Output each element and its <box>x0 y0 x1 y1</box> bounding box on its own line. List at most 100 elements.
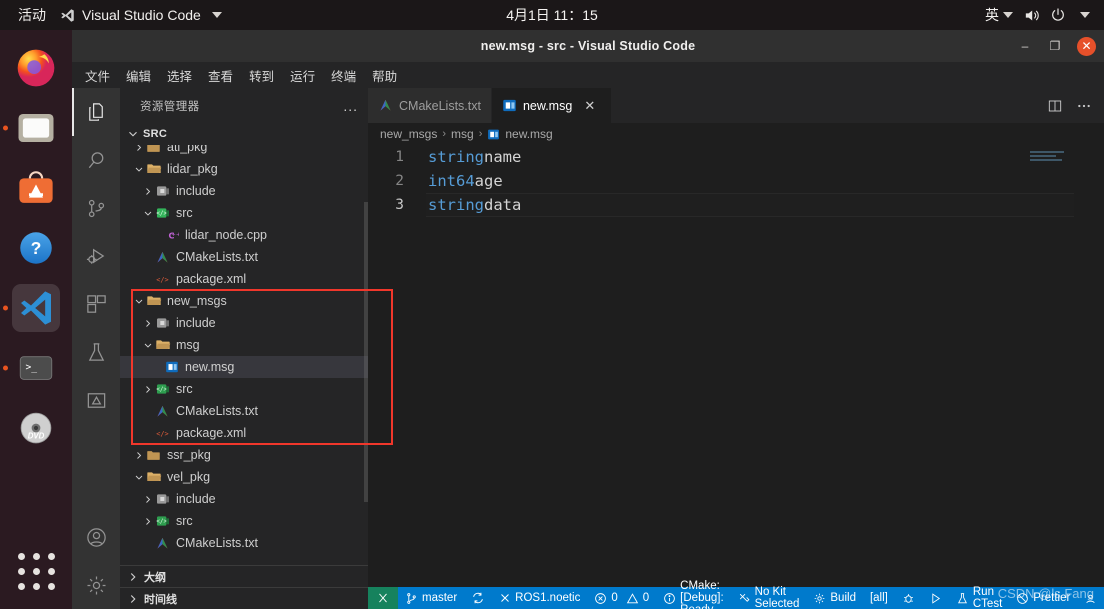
activity-item-extensions[interactable] <box>72 280 120 328</box>
dock-item-files[interactable] <box>12 104 60 152</box>
file-tree[interactable]: atl_pkg lidar_pkginclude </> src C++ lidar_no… <box>120 145 368 565</box>
tree-item-new-msgs[interactable]: new_msgs <box>120 290 368 312</box>
chevron-down-icon[interactable] <box>133 158 145 180</box>
activity-item-manage[interactable] <box>72 561 120 609</box>
close-button[interactable]: ✕ <box>1077 36 1096 56</box>
dock-item-help[interactable]: ? <box>12 224 60 272</box>
tree-item-ssr-pkg[interactable]: ssr_pkg <box>120 444 368 466</box>
dock-item-ubuntu-software[interactable] <box>12 164 60 212</box>
status-problems[interactable]: 0 0 <box>587 587 656 609</box>
tree-item-cmakelists-txt[interactable]: CMakeLists.txt <box>120 532 368 554</box>
breadcrumb-item-0[interactable]: new_msgs <box>380 127 437 141</box>
tree-item-include[interactable]: include <box>120 488 368 510</box>
tree-item-msg[interactable]: msg <box>120 334 368 356</box>
status-cmake-launch[interactable] <box>922 587 949 609</box>
activity-item-source-control[interactable] <box>72 184 120 232</box>
tab-cmakelists[interactable]: CMakeLists.txt <box>368 88 492 123</box>
tree-item-new-msg[interactable]: new.msg <box>120 356 368 378</box>
menu-item-4[interactable]: 转到 <box>242 63 281 88</box>
chevron-down-icon[interactable] <box>142 202 154 224</box>
menu-item-3[interactable]: 查看 <box>201 63 240 88</box>
dock-item-firefox[interactable] <box>12 44 60 92</box>
activity-item-testing[interactable] <box>72 328 120 376</box>
dock-item-visual-studio-code[interactable] <box>12 284 60 332</box>
dock-item-terminal[interactable]: >_ <box>12 344 60 392</box>
status-cmake-kit[interactable]: No Kit Selected <box>731 586 807 609</box>
code-editor[interactable]: 1 string name 2 int64 age 3 string data <box>368 145 1104 587</box>
chevron-down-icon[interactable] <box>133 466 145 488</box>
close-icon[interactable]: ✕ <box>584 98 595 114</box>
chevron-right-icon[interactable] <box>142 180 154 202</box>
status-feedback[interactable] <box>1077 587 1104 609</box>
status-run-ctest[interactable]: Run CTest <box>949 586 1009 609</box>
input-method-indicator[interactable]: 英 <box>985 5 1013 25</box>
maximize-button[interactable]: ❐ <box>1047 38 1063 54</box>
tree-item-lidar-node-cpp[interactable]: C++ lidar_node.cpp <box>120 224 368 246</box>
code-line[interactable]: 2 int64 age <box>368 169 1104 193</box>
dock-item-rhythmbox-dvd[interactable]: DVD <box>12 404 60 452</box>
status-cmake-target[interactable]: [all] <box>863 587 895 609</box>
outline-panel-header[interactable]: 大纲 <box>120 565 368 587</box>
status-prettier[interactable]: Prettier <box>1009 587 1077 609</box>
breadcrumb-item-2[interactable]: new.msg <box>505 127 552 141</box>
ellipsis-icon[interactable] <box>1076 98 1092 114</box>
chevron-down-icon[interactable] <box>133 290 145 312</box>
chevron-right-icon[interactable] <box>133 444 145 466</box>
tools-icon <box>738 592 751 605</box>
tree-item-src[interactable]: </> src <box>120 378 368 400</box>
tree-item-vel-pkg[interactable]: vel_pkg <box>120 466 368 488</box>
status-ros-version[interactable]: ROS1.noetic <box>492 587 587 609</box>
editor-scrollbar[interactable] <box>1090 145 1104 587</box>
status-branch[interactable]: master <box>398 587 464 609</box>
chevron-right-icon[interactable] <box>142 312 154 334</box>
power-icon[interactable] <box>1050 7 1066 23</box>
show-applications-button[interactable] <box>16 553 56 593</box>
tree-item-src[interactable]: </> src <box>120 510 368 532</box>
menu-item-0[interactable]: 文件 <box>78 63 117 88</box>
remote-indicator[interactable] <box>368 587 398 609</box>
tree-item-include[interactable]: include <box>120 312 368 334</box>
chevron-right-icon[interactable] <box>133 145 145 158</box>
tree-item-src[interactable]: </> src <box>120 202 368 224</box>
status-cmake-build[interactable]: Build <box>806 587 863 609</box>
explorer-root-section[interactable]: SRC <box>120 123 368 145</box>
tree-item-package-xml[interactable]: </> package.xml <box>120 268 368 290</box>
activity-item-cmake[interactable] <box>72 376 120 424</box>
chevron-right-icon[interactable] <box>142 510 154 532</box>
tree-item-include[interactable]: include <box>120 180 368 202</box>
minimize-button[interactable]: ‒ <box>1017 38 1033 54</box>
timeline-panel-header[interactable]: 时间线 <box>120 587 368 609</box>
status-cmake-ready[interactable]: CMake: [Debug]: Ready <box>656 580 730 609</box>
activity-item-accounts[interactable] <box>72 513 120 561</box>
chevron-down-icon[interactable] <box>142 334 154 356</box>
menu-item-7[interactable]: 帮助 <box>365 63 404 88</box>
tab-new-msg[interactable]: new.msg ✕ <box>491 88 612 123</box>
chevron-right-icon[interactable] <box>142 378 154 400</box>
status-sync[interactable] <box>464 587 492 609</box>
menu-item-6[interactable]: 终端 <box>324 63 363 88</box>
activities-button[interactable]: 活动 <box>0 5 60 25</box>
status-cmake-debug[interactable] <box>895 587 922 609</box>
minimap[interactable] <box>1030 149 1090 163</box>
app-menu-button[interactable]: Visual Studio Code <box>60 7 222 23</box>
activity-item-run-and-debug[interactable] <box>72 232 120 280</box>
code-line[interactable]: 1 string name <box>368 145 1104 169</box>
tree-item-lidar-pkg[interactable]: lidar_pkg <box>120 158 368 180</box>
volume-icon[interactable] <box>1023 7 1040 24</box>
tree-item-cmakelists-txt[interactable]: CMakeLists.txt <box>120 400 368 422</box>
chevron-right-icon[interactable] <box>142 488 154 510</box>
activity-item-explorer[interactable] <box>72 88 120 136</box>
tree-item-cmakelists-txt[interactable]: CMakeLists.txt <box>120 246 368 268</box>
activity-item-search[interactable] <box>72 136 120 184</box>
menu-item-1[interactable]: 编辑 <box>119 63 158 88</box>
menu-item-5[interactable]: 运行 <box>283 63 322 88</box>
split-icon[interactable] <box>1047 98 1063 114</box>
tree-item-package-xml[interactable]: </> package.xml <box>120 422 368 444</box>
code-line[interactable]: 3 string data <box>368 193 1104 217</box>
menu-item-2[interactable]: 选择 <box>160 63 199 88</box>
tree-item-atl-pkg[interactable]: atl_pkg <box>120 145 368 158</box>
run-debug-icon <box>85 245 108 268</box>
sidebar-more-actions[interactable]: ... <box>343 99 358 113</box>
chevron-down-icon[interactable] <box>1080 12 1090 18</box>
breadcrumb-item-1[interactable]: msg <box>451 127 474 141</box>
